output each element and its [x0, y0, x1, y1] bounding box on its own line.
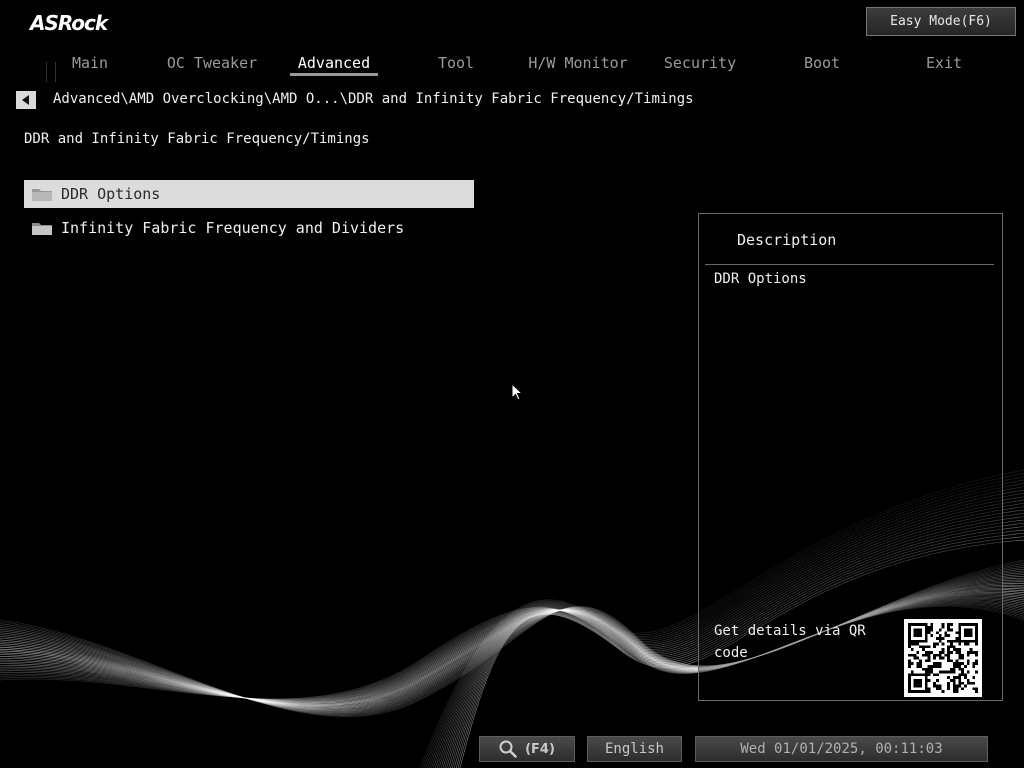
tab-boot[interactable]: Boot: [762, 50, 882, 78]
tab-hw-monitor[interactable]: H/W Monitor: [518, 50, 638, 78]
description-text: DDR Options: [714, 271, 807, 287]
menu-item-ddr-options[interactable]: DDR Options: [24, 180, 474, 208]
menu-item-label: DDR Options: [61, 185, 161, 203]
search-shortcut: (F4): [525, 741, 555, 757]
breadcrumb: Advanced\AMD Overclocking\AMD O...\DDR a…: [53, 91, 694, 107]
mouse-cursor-icon: [511, 383, 523, 401]
qr-code-icon: [908, 623, 978, 693]
tab-oc-tweaker[interactable]: OC Tweaker: [152, 50, 272, 78]
description-panel: Description DDR Options Get details via …: [698, 213, 1003, 701]
menu-item-label: Infinity Fabric Frequency and Dividers: [61, 219, 405, 237]
qr-label: Get details via QR code: [714, 623, 866, 661]
back-button[interactable]: [16, 91, 36, 109]
easy-mode-button[interactable]: Easy Mode(F6): [866, 7, 1016, 36]
menu-item-infinity-fabric[interactable]: Infinity Fabric Frequency and Dividers: [24, 214, 474, 242]
datetime-display: Wed 01/01/2025, 00:11:03: [695, 736, 988, 762]
tab-security[interactable]: Security: [640, 50, 760, 78]
description-divider: [705, 264, 994, 265]
qr-code: [904, 619, 982, 697]
page-title: DDR and Infinity Fabric Frequency/Timing…: [24, 131, 370, 147]
main-tabs: Main OC Tweaker Advanced Tool H/W Monito…: [0, 50, 1024, 80]
folder-icon: [32, 223, 52, 235]
arrow-left-icon: [22, 95, 29, 105]
asrock-logo: ASRock: [30, 11, 108, 35]
tab-tool[interactable]: Tool: [396, 50, 516, 78]
search-icon: [499, 740, 517, 758]
folder-icon: [32, 189, 52, 201]
language-button[interactable]: English: [587, 736, 682, 762]
description-title: Description: [737, 231, 837, 249]
tab-exit[interactable]: Exit: [884, 50, 1004, 78]
tab-main[interactable]: Main: [30, 50, 150, 78]
search-button[interactable]: (F4): [479, 736, 575, 762]
tab-advanced[interactable]: Advanced: [274, 50, 394, 78]
